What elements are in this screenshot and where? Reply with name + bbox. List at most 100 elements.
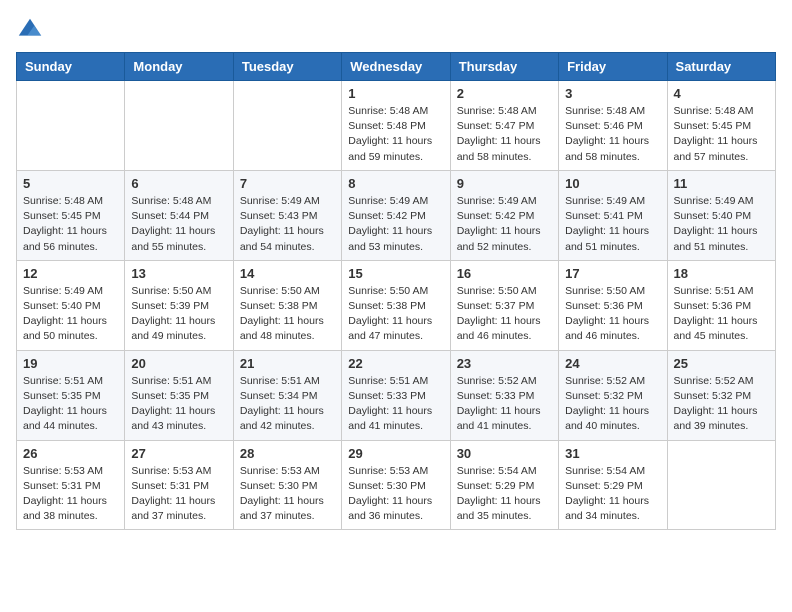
day-number: 10 xyxy=(565,176,660,191)
day-info: Sunrise: 5:53 AM Sunset: 5:30 PM Dayligh… xyxy=(348,464,443,525)
calendar-cell: 21Sunrise: 5:51 AM Sunset: 5:34 PM Dayli… xyxy=(233,350,341,440)
calendar-cell xyxy=(233,81,341,171)
calendar-week-row: 5 Sunrise: 5:48 AM Sunset: 5:45 PM Daylig… xyxy=(17,170,776,260)
day-number: 5 xyxy=(23,176,118,191)
calendar-cell: 9 Sunrise: 5:49 AM Sunset: 5:42 PM Daylig… xyxy=(450,170,558,260)
calendar-cell: 15 Sunrise: 5:50 AM Sunset: 5:38 PM Dayli… xyxy=(342,260,450,350)
calendar-week-row: 12 Sunrise: 5:49 AM Sunset: 5:40 PM Dayli… xyxy=(17,260,776,350)
calendar-week-row: 19 Sunrise: 5:51 AM Sunset: 5:35 PM Dayli… xyxy=(17,350,776,440)
day-number: 27 xyxy=(131,446,226,461)
calendar-cell: 11 Sunrise: 5:49 AM Sunset: 5:40 PM Dayli… xyxy=(667,170,775,260)
calendar-cell xyxy=(17,81,125,171)
day-info: Sunrise: 5:50 AM Sunset: 5:37 PM Dayligh… xyxy=(457,284,552,345)
day-info: Sunrise: 5:49 AM Sunset: 5:41 PM Dayligh… xyxy=(565,194,660,255)
day-number: 17 xyxy=(565,266,660,281)
calendar-cell: 23 Sunrise: 5:52 AM Sunset: 5:33 PM Dayli… xyxy=(450,350,558,440)
day-number: 7 xyxy=(240,176,335,191)
calendar-cell: 31 Sunrise: 5:54 AM Sunset: 5:29 PM Dayli… xyxy=(559,440,667,530)
day-number: 25 xyxy=(674,356,769,371)
day-number: 16 xyxy=(457,266,552,281)
calendar-cell: 25 Sunrise: 5:52 AM Sunset: 5:32 PM Dayli… xyxy=(667,350,775,440)
day-number: 15 xyxy=(348,266,443,281)
day-info: Sunrise: 5:48 AM Sunset: 5:46 PM Dayligh… xyxy=(565,104,660,165)
column-header-friday: Friday xyxy=(559,53,667,81)
calendar-cell: 17 Sunrise: 5:50 AM Sunset: 5:36 PM Dayli… xyxy=(559,260,667,350)
day-number: 30 xyxy=(457,446,552,461)
day-number: 28 xyxy=(240,446,335,461)
calendar-cell: 13 Sunrise: 5:50 AM Sunset: 5:39 PM Dayli… xyxy=(125,260,233,350)
calendar-week-row: 1 Sunrise: 5:48 AM Sunset: 5:48 PM Daylig… xyxy=(17,81,776,171)
calendar-cell: 1 Sunrise: 5:48 AM Sunset: 5:48 PM Daylig… xyxy=(342,81,450,171)
calendar-table: SundayMondayTuesdayWednesdayThursdayFrid… xyxy=(16,52,776,530)
day-number: 11 xyxy=(674,176,769,191)
day-info: Sunrise: 5:48 AM Sunset: 5:44 PM Dayligh… xyxy=(131,194,226,255)
day-number: 8 xyxy=(348,176,443,191)
day-info: Sunrise: 5:49 AM Sunset: 5:42 PM Dayligh… xyxy=(348,194,443,255)
calendar-cell: 4Sunrise: 5:48 AM Sunset: 5:45 PM Daylig… xyxy=(667,81,775,171)
calendar-cell: 8 Sunrise: 5:49 AM Sunset: 5:42 PM Daylig… xyxy=(342,170,450,260)
calendar-cell xyxy=(667,440,775,530)
day-info: Sunrise: 5:54 AM Sunset: 5:29 PM Dayligh… xyxy=(565,464,660,525)
day-number: 31 xyxy=(565,446,660,461)
calendar-cell: 16 Sunrise: 5:50 AM Sunset: 5:37 PM Dayli… xyxy=(450,260,558,350)
day-number: 3 xyxy=(565,86,660,101)
logo-icon xyxy=(16,16,44,44)
calendar-cell: 28 Sunrise: 5:53 AM Sunset: 5:30 PM Dayli… xyxy=(233,440,341,530)
day-info: Sunrise: 5:52 AM Sunset: 5:32 PM Dayligh… xyxy=(674,374,769,435)
day-info: Sunrise: 5:49 AM Sunset: 5:43 PM Dayligh… xyxy=(240,194,335,255)
column-header-saturday: Saturday xyxy=(667,53,775,81)
day-info: Sunrise: 5:53 AM Sunset: 5:31 PM Dayligh… xyxy=(131,464,226,525)
day-info: Sunrise: 5:51 AM Sunset: 5:36 PM Dayligh… xyxy=(674,284,769,345)
day-number: 23 xyxy=(457,356,552,371)
day-info: Sunrise: 5:51 AM Sunset: 5:35 PM Dayligh… xyxy=(131,374,226,435)
day-info: Sunrise: 5:48 AM Sunset: 5:45 PM Dayligh… xyxy=(23,194,118,255)
day-number: 9 xyxy=(457,176,552,191)
day-number: 19 xyxy=(23,356,118,371)
day-number: 20 xyxy=(131,356,226,371)
day-info: Sunrise: 5:53 AM Sunset: 5:31 PM Dayligh… xyxy=(23,464,118,525)
calendar-cell: 27 Sunrise: 5:53 AM Sunset: 5:31 PM Dayli… xyxy=(125,440,233,530)
day-number: 18 xyxy=(674,266,769,281)
calendar-cell: 22Sunrise: 5:51 AM Sunset: 5:33 PM Dayli… xyxy=(342,350,450,440)
day-number: 2 xyxy=(457,86,552,101)
day-info: Sunrise: 5:52 AM Sunset: 5:32 PM Dayligh… xyxy=(565,374,660,435)
calendar-cell: 19Sunrise: 5:51 AM Sunset: 5:35 PM Dayli… xyxy=(17,350,125,440)
day-number: 13 xyxy=(131,266,226,281)
page-header xyxy=(16,16,776,44)
day-number: 26 xyxy=(23,446,118,461)
calendar-cell: 5 Sunrise: 5:48 AM Sunset: 5:45 PM Daylig… xyxy=(17,170,125,260)
day-info: Sunrise: 5:53 AM Sunset: 5:30 PM Dayligh… xyxy=(240,464,335,525)
column-header-monday: Monday xyxy=(125,53,233,81)
calendar-cell: 2 Sunrise: 5:48 AM Sunset: 5:47 PM Daylig… xyxy=(450,81,558,171)
day-number: 24 xyxy=(565,356,660,371)
calendar-cell: 7 Sunrise: 5:49 AM Sunset: 5:43 PM Daylig… xyxy=(233,170,341,260)
day-number: 14 xyxy=(240,266,335,281)
day-info: Sunrise: 5:49 AM Sunset: 5:40 PM Dayligh… xyxy=(23,284,118,345)
calendar-cell: 26 Sunrise: 5:53 AM Sunset: 5:31 PM Dayli… xyxy=(17,440,125,530)
day-info: Sunrise: 5:52 AM Sunset: 5:33 PM Dayligh… xyxy=(457,374,552,435)
day-number: 22 xyxy=(348,356,443,371)
calendar-cell: 30Sunrise: 5:54 AM Sunset: 5:29 PM Dayli… xyxy=(450,440,558,530)
logo xyxy=(16,16,48,44)
day-info: Sunrise: 5:50 AM Sunset: 5:39 PM Dayligh… xyxy=(131,284,226,345)
column-header-thursday: Thursday xyxy=(450,53,558,81)
day-number: 1 xyxy=(348,86,443,101)
day-number: 29 xyxy=(348,446,443,461)
calendar-header-row: SundayMondayTuesdayWednesdayThursdayFrid… xyxy=(17,53,776,81)
day-info: Sunrise: 5:50 AM Sunset: 5:36 PM Dayligh… xyxy=(565,284,660,345)
calendar-cell: 29 Sunrise: 5:53 AM Sunset: 5:30 PM Dayli… xyxy=(342,440,450,530)
day-info: Sunrise: 5:50 AM Sunset: 5:38 PM Dayligh… xyxy=(348,284,443,345)
day-info: Sunrise: 5:48 AM Sunset: 5:47 PM Dayligh… xyxy=(457,104,552,165)
day-info: Sunrise: 5:48 AM Sunset: 5:45 PM Dayligh… xyxy=(674,104,769,165)
calendar-cell: 14Sunrise: 5:50 AM Sunset: 5:38 PM Dayli… xyxy=(233,260,341,350)
day-info: Sunrise: 5:49 AM Sunset: 5:42 PM Dayligh… xyxy=(457,194,552,255)
day-number: 12 xyxy=(23,266,118,281)
calendar-cell: 20 Sunrise: 5:51 AM Sunset: 5:35 PM Dayli… xyxy=(125,350,233,440)
column-header-sunday: Sunday xyxy=(17,53,125,81)
calendar-cell: 18 Sunrise: 5:51 AM Sunset: 5:36 PM Dayli… xyxy=(667,260,775,350)
calendar-week-row: 26 Sunrise: 5:53 AM Sunset: 5:31 PM Dayli… xyxy=(17,440,776,530)
day-info: Sunrise: 5:49 AM Sunset: 5:40 PM Dayligh… xyxy=(674,194,769,255)
day-info: Sunrise: 5:51 AM Sunset: 5:34 PM Dayligh… xyxy=(240,374,335,435)
column-header-tuesday: Tuesday xyxy=(233,53,341,81)
day-info: Sunrise: 5:48 AM Sunset: 5:48 PM Dayligh… xyxy=(348,104,443,165)
